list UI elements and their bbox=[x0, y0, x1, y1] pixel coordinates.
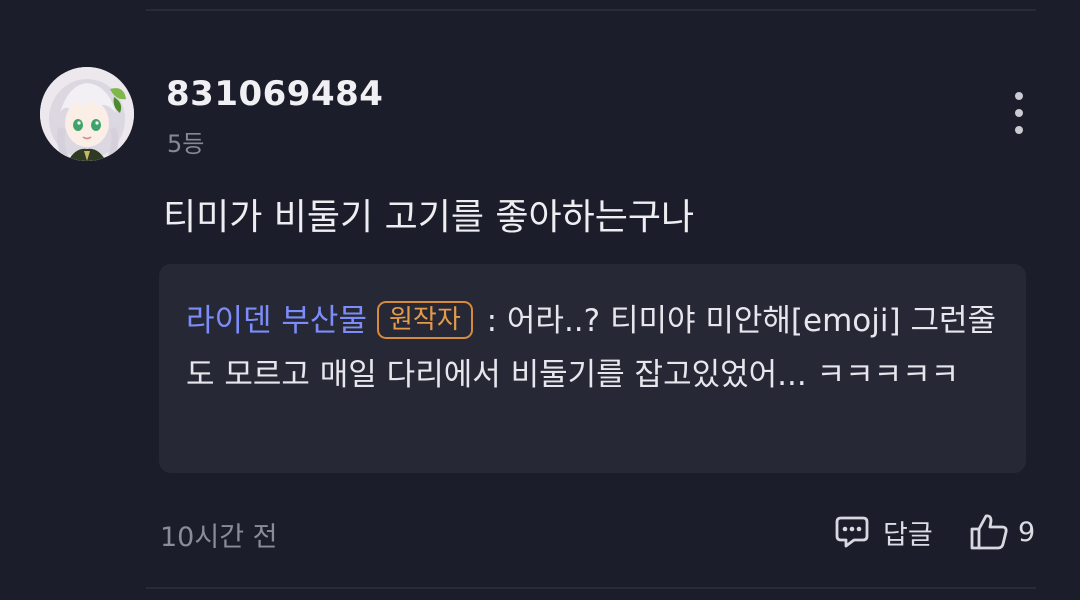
reply-button[interactable]: 답글 bbox=[833, 510, 933, 554]
avatar-character-image bbox=[40, 67, 134, 161]
bottom-divider bbox=[146, 587, 1036, 589]
thumbs-up-icon bbox=[970, 514, 1008, 550]
original-author-badge: 원작자 bbox=[376, 301, 473, 339]
timestamp: 10시간 전 bbox=[160, 522, 278, 553]
rank-label: 5등 bbox=[167, 130, 205, 158]
quoted-author-link[interactable]: 라이덴 부산물 bbox=[186, 303, 367, 339]
more-vertical-icon bbox=[1015, 92, 1023, 100]
reply-label: 답글 bbox=[883, 519, 933, 551]
more-vertical-icon-dot bbox=[1015, 126, 1023, 134]
quote-separator: : bbox=[476, 303, 507, 339]
quoted-comment: 라이덴 부산물 원작자 : 어라..? 티미야 미안해[emoji] 그런줄도 모… bbox=[159, 264, 1026, 473]
like-count: 9 bbox=[1018, 516, 1036, 548]
comment-text: 티미가 비둘기 고기를 좋아하는구나 bbox=[163, 197, 695, 238]
more-options-button[interactable] bbox=[1004, 92, 1034, 134]
more-vertical-icon-dot bbox=[1015, 109, 1023, 117]
speech-bubble-icon bbox=[835, 516, 869, 548]
comment-screen: 831069484 5등 티미가 비둘기 고기를 좋아하는구나 라이덴 부산물 원… bbox=[0, 0, 1080, 600]
avatar[interactable] bbox=[40, 67, 134, 161]
like-button[interactable]: 9 bbox=[968, 510, 1035, 554]
quoted-comment-content: 라이덴 부산물 원작자 : 어라..? 티미야 미안해[emoji] 그런줄도 모… bbox=[186, 294, 1006, 402]
top-divider bbox=[146, 9, 1036, 11]
username[interactable]: 831069484 bbox=[166, 74, 383, 114]
